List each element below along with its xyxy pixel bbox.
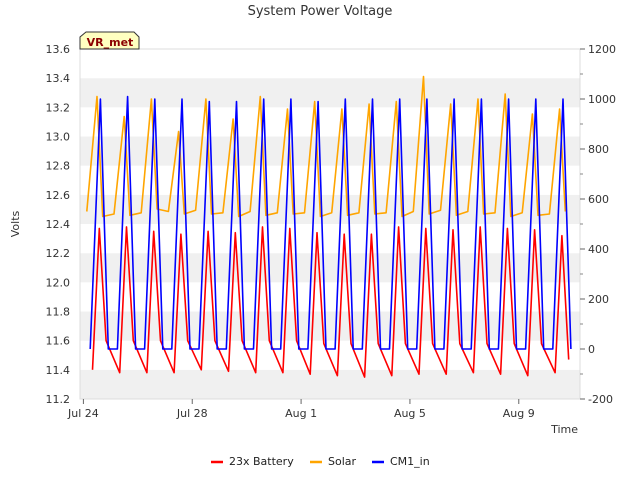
y2-tick-label: 1000 bbox=[588, 93, 616, 106]
grid-band bbox=[80, 311, 580, 341]
badge: VR_met bbox=[79, 31, 140, 50]
y-tick-label: 11.8 bbox=[46, 306, 71, 319]
y2-tick-label: 400 bbox=[588, 243, 609, 256]
legend-label: Solar bbox=[328, 455, 357, 468]
x-tick-label: Aug 9 bbox=[503, 407, 535, 420]
y-tick-label: 12.0 bbox=[46, 276, 71, 289]
legend-label: CM1_in bbox=[390, 455, 430, 468]
legend-label: 23x Battery bbox=[229, 455, 294, 468]
y2-tick-label: 200 bbox=[588, 293, 609, 306]
x-tick-label: Jul 24 bbox=[67, 407, 99, 420]
y-axis-left: 11.2 11.4 11.6 11.8 12.0 12.2 12.4 12.6 12.8 13.0… bbox=[46, 43, 71, 406]
y-tick-label: 13.2 bbox=[46, 101, 71, 114]
grid-band bbox=[80, 369, 580, 399]
x-tick-label: Aug 5 bbox=[394, 407, 426, 420]
chart-area: System Power Voltage 11.2 11.4 11.6 11.8 12.… bbox=[9, 4, 616, 468]
y-tick-label: 13.4 bbox=[46, 72, 71, 85]
y-tick-label: 11.4 bbox=[46, 364, 71, 377]
y2-tick-label: 600 bbox=[588, 193, 609, 206]
grid-band bbox=[80, 49, 580, 79]
y2-tick-label: 1200 bbox=[588, 43, 616, 56]
y2-tick-label: 0 bbox=[588, 343, 595, 356]
y-tick-label: 12.4 bbox=[46, 218, 71, 231]
y-tick-label: 13.6 bbox=[46, 43, 71, 56]
y2-tick-label: -200 bbox=[588, 393, 613, 406]
grid-band bbox=[80, 340, 580, 370]
legend: 23x Battery Solar CM1_in bbox=[211, 455, 430, 468]
y-axis-title: Volts bbox=[9, 210, 22, 237]
x-axis-title: Time bbox=[550, 423, 578, 436]
chart-title: System Power Voltage bbox=[248, 4, 393, 19]
y-axis-right: -200 0 200 400 600 800 1000 1200 bbox=[580, 43, 616, 406]
y-tick-label: 12.6 bbox=[46, 189, 71, 202]
y-tick-label: 12.8 bbox=[46, 160, 71, 173]
y2-tick-label: 800 bbox=[588, 143, 609, 156]
y-tick-label: 11.2 bbox=[46, 393, 71, 406]
badge-label: VR_met bbox=[87, 36, 134, 49]
x-tick-label: Jul 28 bbox=[176, 407, 208, 420]
y-tick-label: 12.2 bbox=[46, 247, 71, 260]
y-tick-label: 13.0 bbox=[46, 131, 71, 144]
x-axis: Jul 24 Jul 28 Aug 1 Aug 5 Aug 9 bbox=[67, 399, 535, 420]
x-tick-label: Aug 1 bbox=[285, 407, 317, 420]
y-tick-label: 11.6 bbox=[46, 335, 71, 348]
